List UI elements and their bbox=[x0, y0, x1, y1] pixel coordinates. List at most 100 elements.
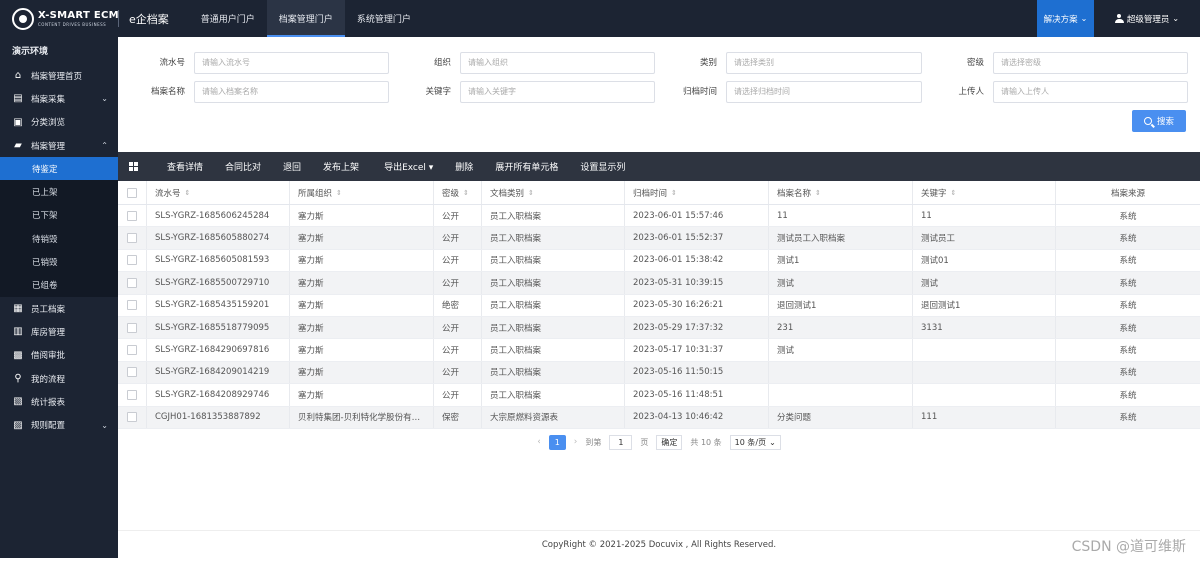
contract-compare-button[interactable]: 合同比对 bbox=[225, 160, 261, 173]
row-checkbox-cell bbox=[118, 205, 147, 227]
nav-user-portal[interactable]: 普通用户门户 bbox=[189, 0, 267, 37]
row-checkbox[interactable] bbox=[127, 322, 137, 333]
filter-row-1: 流水号 请输入流水号 组织 请输入组织 类别 请选择类别 密级 请选择密级 bbox=[118, 52, 1200, 74]
row-checkbox[interactable] bbox=[127, 277, 137, 288]
category-select[interactable]: 请选择类别 bbox=[726, 52, 922, 74]
sidebar-item-rules[interactable]: ▨ 规则配置 ⌄ bbox=[0, 413, 118, 436]
sidebar-item-warehouse[interactable]: ▥ 库房管理 bbox=[0, 320, 118, 343]
nav-archive-portal[interactable]: 档案管理门户 bbox=[266, 0, 345, 37]
header-archive-time[interactable]: 归档时间 ⇕ bbox=[625, 181, 769, 204]
chevron-down-icon: ⌄ bbox=[1080, 14, 1088, 23]
table-row[interactable]: SLS-YGRZ-1684209014219 塞力斯 公开 员工入职档案 2023-05… bbox=[118, 361, 1200, 385]
next-page-icon[interactable]: › bbox=[574, 437, 578, 447]
sidebar-item-label: 我的流程 bbox=[31, 374, 66, 385]
cell-doc-category: 员工入职档案 bbox=[482, 361, 625, 384]
row-checkbox[interactable] bbox=[127, 210, 137, 221]
sidebar-item-approval[interactable]: ▩ 借阅审批 bbox=[0, 344, 118, 367]
cell-archive-time: 2023-05-17 10:31:37 bbox=[625, 339, 769, 361]
sidebar-sub-pending[interactable]: 待鉴定 bbox=[0, 157, 118, 181]
cell-doc-category: 员工入职档案 bbox=[482, 272, 625, 294]
select-all-checkbox[interactable] bbox=[127, 187, 137, 198]
sidebar-item-employee[interactable]: ▦ 员工档案 bbox=[0, 297, 118, 320]
sidebar-item-archive-manage[interactable]: ▰ 档案管理 ⌃ bbox=[0, 134, 118, 157]
serial-input[interactable]: 请输入流水号 bbox=[194, 52, 389, 74]
row-checkbox[interactable] bbox=[127, 389, 137, 400]
search-button[interactable]: 搜索 bbox=[1132, 110, 1186, 132]
goto-page-input[interactable]: 1 bbox=[609, 434, 633, 450]
cell-archive-name: 测试1 bbox=[769, 249, 913, 272]
cell-org: 塞力斯 bbox=[290, 361, 434, 384]
employee-icon: ▦ bbox=[13, 303, 23, 315]
home-icon: ⌂ bbox=[14, 70, 22, 82]
grid-icon[interactable] bbox=[129, 162, 138, 171]
sidebar-sub-to-destroy[interactable]: 待销毁 bbox=[0, 227, 118, 251]
header-archive-name[interactable]: 档案名称 ⇕ bbox=[769, 181, 913, 204]
table-row[interactable]: SLS-YGRZ-1685435159201 塞力斯 绝密 员工入职档案 2023-05… bbox=[118, 294, 1200, 317]
header-org[interactable]: 所属组织 ⇕ bbox=[290, 181, 434, 204]
sidebar-item-flow[interactable]: ⚲ 我的流程 bbox=[0, 367, 118, 390]
table-row[interactable]: CGJH01-1681353887892 贝利特集团-贝利特化学股份有… 保密 大宗原… bbox=[118, 406, 1200, 429]
sidebar-sub-listed[interactable]: 已上架 bbox=[0, 180, 118, 204]
header-secrecy[interactable]: 密级 ⇕ bbox=[434, 181, 482, 204]
table-row[interactable]: SLS-YGRZ-1685606245284 塞力斯 公开 员工入职档案 2023-06… bbox=[118, 205, 1200, 228]
return-button[interactable]: 退回 bbox=[283, 160, 301, 173]
table-header: 流水号 ⇕ 所属组织 ⇕ 密级 ⇕ 文档类别 ⇕ 归档时间 ⇕ 档案名称 ⇕ 关键字 ⇕ 档案… bbox=[118, 181, 1200, 205]
cell-source: 系统 bbox=[1119, 390, 1137, 401]
row-checkbox[interactable] bbox=[127, 233, 137, 244]
header-serial[interactable]: 流水号 ⇕ bbox=[147, 181, 290, 204]
expand-cells-button[interactable]: 展开所有单元格 bbox=[495, 160, 558, 173]
export-excel-button[interactable]: 导出Excel ▾ bbox=[384, 160, 433, 173]
prev-page-icon[interactable]: ‹ bbox=[537, 437, 541, 447]
header-label: 所属组织 bbox=[298, 188, 333, 199]
row-checkbox[interactable] bbox=[127, 300, 137, 311]
nav-system-portal[interactable]: 系统管理门户 bbox=[345, 0, 423, 37]
sidebar-item-category[interactable]: ▣ 分类浏览 bbox=[0, 111, 118, 134]
table-row[interactable]: SLS-YGRZ-1684290697816 塞力斯 公开 员工入职档案 2023-05… bbox=[118, 339, 1200, 362]
sidebar-sub-volumed[interactable]: 已组卷 bbox=[0, 273, 118, 297]
filter-label-archive-time: 归档时间 bbox=[682, 87, 717, 97]
user-menu[interactable]: 超级管理员 ⌄ bbox=[1094, 0, 1200, 37]
header-doc-category[interactable]: 文档类别 ⇕ bbox=[482, 181, 625, 204]
keyword-input[interactable]: 请输入关键字 bbox=[460, 81, 655, 103]
cell-archive-time: 2023-06-01 15:57:46 bbox=[625, 205, 769, 227]
row-checkbox[interactable] bbox=[127, 367, 137, 378]
solution-button[interactable]: 解决方案 ⌄ bbox=[1037, 0, 1094, 37]
current-page[interactable]: 1 bbox=[548, 434, 566, 450]
row-checkbox[interactable] bbox=[127, 345, 137, 356]
header-label: 档案名称 bbox=[777, 188, 812, 199]
archive-time-picker[interactable]: 请选择归档时间 bbox=[726, 81, 922, 103]
table-row[interactable]: SLS-YGRZ-1685605081593 塞力斯 公开 员工入职档案 2023-06… bbox=[118, 249, 1200, 273]
cell-archive-time: 2023-05-31 10:39:15 bbox=[625, 272, 769, 294]
table-row[interactable]: SLS-YGRZ-1685518779095 塞力斯 公开 员工入职档案 2023-05… bbox=[118, 316, 1200, 340]
header-keyword[interactable]: 关键字 ⇕ bbox=[913, 181, 1056, 204]
archive-name-input[interactable]: 请输入档案名称 bbox=[194, 81, 389, 103]
row-checkbox[interactable] bbox=[127, 412, 137, 423]
chevron-up-icon: ⌃ bbox=[101, 141, 108, 151]
cell-serial: SLS-YGRZ-1684208929746 bbox=[147, 384, 290, 406]
brand[interactable]: X-SMART ECM CONTENT DRIVES BUSINESS bbox=[0, 0, 119, 37]
cell-archive-time: 2023-05-16 11:50:15 bbox=[625, 361, 769, 384]
sidebar-sub-delisted[interactable]: 已下架 bbox=[0, 203, 118, 228]
delete-button[interactable]: 删除 bbox=[455, 160, 473, 173]
goto-confirm-button[interactable]: 确定 bbox=[656, 434, 683, 450]
main-content: 流水号 请输入流水号 组织 请输入组织 类别 请选择类别 密级 请选择密级 档案… bbox=[118, 37, 1200, 558]
table-row[interactable]: SLS-YGRZ-1685500729710 塞力斯 公开 员工入职档案 2023-05… bbox=[118, 272, 1200, 295]
sidebar-sub-destroyed[interactable]: 已销毁 bbox=[0, 250, 118, 274]
page-size-select[interactable]: 10 条/页 ⌄ bbox=[729, 434, 781, 450]
cell-doc-category: 员工入职档案 bbox=[482, 339, 625, 361]
cell-doc-category: 员工入职档案 bbox=[482, 316, 625, 339]
cell-serial: SLS-YGRZ-1685605081593 bbox=[147, 249, 290, 272]
sidebar-item-report[interactable]: ▧ 统计报表 bbox=[0, 390, 118, 413]
column-settings-button[interactable]: 设置显示列 bbox=[580, 160, 625, 173]
view-detail-button[interactable]: 查看详情 bbox=[167, 160, 203, 173]
sidebar-item-collect[interactable]: ▤ 档案采集 ⌄ bbox=[0, 87, 118, 110]
row-checkbox[interactable] bbox=[127, 255, 137, 266]
table-row[interactable]: SLS-YGRZ-1684208929746 塞力斯 公开 员工入职档案 2023-05… bbox=[118, 384, 1200, 407]
org-input[interactable]: 请输入组织 bbox=[460, 52, 655, 74]
uploader-input[interactable]: 请输入上传人 bbox=[993, 81, 1188, 103]
secrecy-select[interactable]: 请选择密级 bbox=[993, 52, 1188, 74]
header-label: 流水号 bbox=[155, 188, 181, 199]
sidebar-item-home[interactable]: ⌂ 档案管理首页 bbox=[0, 64, 118, 87]
table-row[interactable]: SLS-YGRZ-1685605880274 塞力斯 公开 员工入职档案 2023-06… bbox=[118, 227, 1200, 250]
publish-button[interactable]: 发布上架 bbox=[323, 160, 359, 173]
